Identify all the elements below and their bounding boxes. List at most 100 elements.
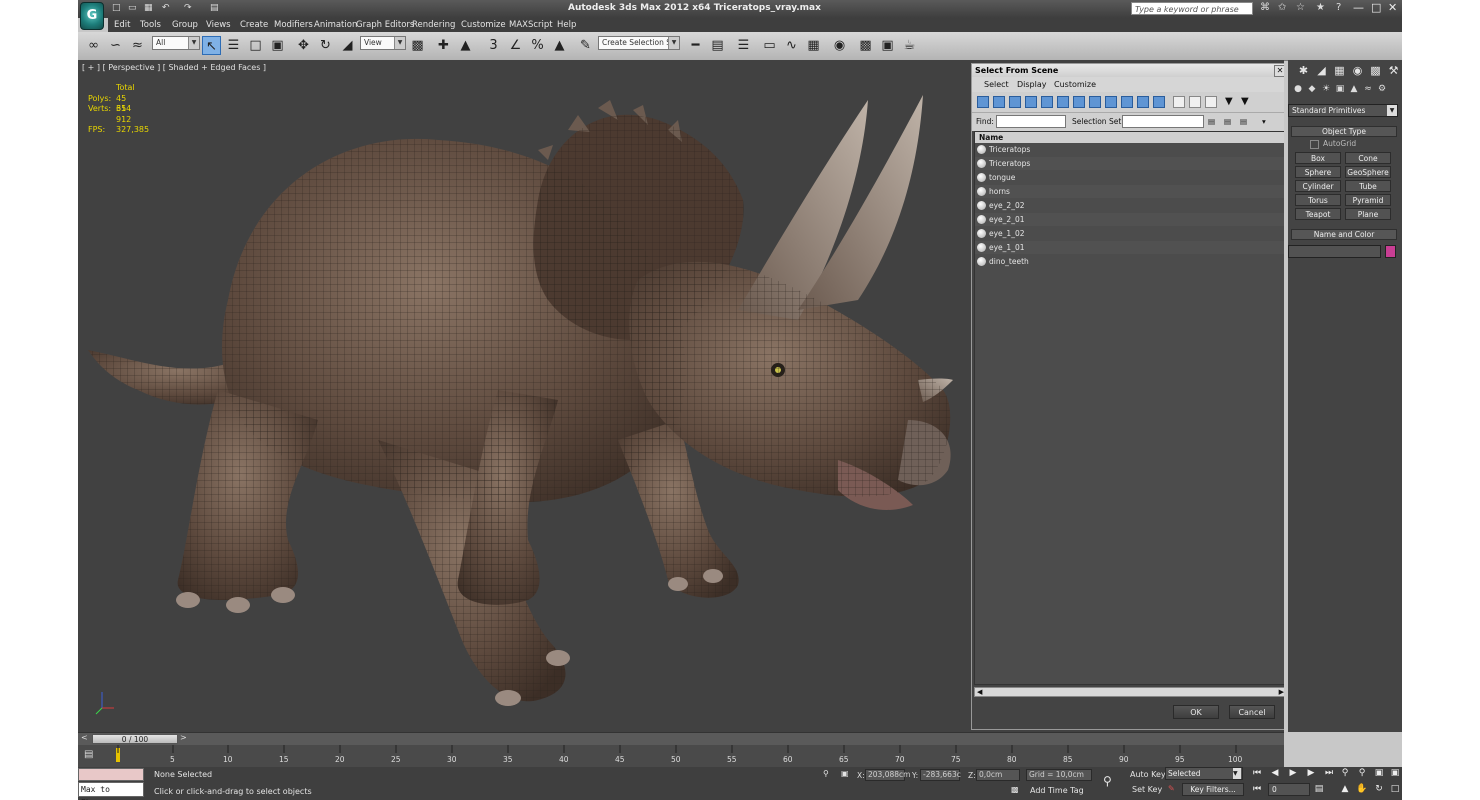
list-item[interactable]: eye_2_01 [975, 213, 1284, 226]
auto-key-button[interactable]: Auto Key [1130, 770, 1166, 779]
absolute-mode-icon[interactable]: ▣ [841, 769, 849, 778]
bind-space-warp-icon[interactable]: ≈ [128, 36, 147, 55]
menu-help[interactable]: Help [557, 20, 576, 30]
next-frame-icon[interactable]: ▶ [1304, 767, 1318, 780]
search-input[interactable]: Type a keyword or phrase [1131, 2, 1253, 15]
edit-named-selection-icon[interactable]: ✎ [576, 36, 595, 55]
cancel-button[interactable]: Cancel [1229, 705, 1275, 719]
helpers-category-icon[interactable]: ▲ [1348, 83, 1360, 95]
plane-button[interactable]: Plane [1345, 208, 1391, 220]
dialog-menu-select[interactable]: Select [984, 80, 1009, 89]
reference-coordinate-dropdown[interactable]: View ▼ [360, 36, 406, 50]
rectangular-selection-icon[interactable]: □ [246, 36, 265, 55]
key-icon[interactable]: ⚲ [1103, 774, 1112, 788]
select-manipulate-icon[interactable]: ✚ [434, 36, 453, 55]
select-by-name-icon[interactable]: ☰ [224, 36, 243, 55]
display-bones-icon[interactable] [1105, 96, 1117, 108]
display-groups-icon[interactable] [1073, 96, 1085, 108]
curve-editor-icon[interactable]: ∿ [782, 36, 801, 55]
scene-object-list[interactable]: Name Triceratops Triceratops tongue horn… [974, 131, 1284, 685]
systems-category-icon[interactable]: ⚙ [1376, 83, 1388, 95]
motion-tab-icon[interactable]: ◉ [1350, 63, 1365, 78]
previous-frame-icon[interactable]: ◀ [1268, 767, 1282, 780]
unlink-icon[interactable]: ∽ [106, 36, 125, 55]
menu-create[interactable]: Create [240, 20, 268, 30]
communication-icon[interactable]: ☆ [1296, 2, 1305, 13]
list-item[interactable]: eye_1_01 [975, 241, 1284, 254]
cone-button[interactable]: Cone [1345, 152, 1391, 164]
display-hidden-icon[interactable] [1153, 96, 1165, 108]
hierarchy-tab-icon[interactable]: ▦ [1332, 63, 1347, 78]
lights-category-icon[interactable]: ☀ [1320, 83, 1332, 95]
save-icon[interactable]: ▦ [144, 3, 153, 13]
display-shapes-icon[interactable] [993, 96, 1005, 108]
display-space-warps-icon[interactable] [1057, 96, 1069, 108]
zoom-all-icon[interactable]: ⚲ [1355, 767, 1369, 780]
maxscript-listener-input[interactable]: Max to Physc. [78, 782, 144, 800]
orbit-icon[interactable]: ↻ [1372, 783, 1386, 796]
graphite-tools-icon[interactable]: ▭ [760, 36, 779, 55]
display-helpers-icon[interactable] [1041, 96, 1053, 108]
selection-filter-dropdown[interactable]: All ▼ [152, 36, 200, 50]
favorites-icon[interactable]: ★ [1316, 2, 1325, 13]
geosphere-button[interactable]: GeoSphere [1345, 166, 1391, 178]
list-item[interactable]: eye_2_02 [975, 199, 1284, 212]
dialog-menu-customize[interactable]: Customize [1054, 80, 1096, 89]
z-coordinate-field[interactable]: 0,0cm [976, 769, 1020, 781]
list-item[interactable]: horns [975, 185, 1284, 198]
display-cameras-icon[interactable] [1025, 96, 1037, 108]
maximize-button[interactable]: □ [1371, 1, 1381, 14]
key-mode-dropdown[interactable]: Selected ▼ [1165, 767, 1243, 780]
keyboard-shortcut-icon[interactable]: ▲ [456, 36, 475, 55]
selection-set-dropdown[interactable] [1122, 115, 1204, 128]
percent-snap-icon[interactable]: % [528, 36, 547, 55]
select-influences-icon[interactable]: ▤ [1240, 117, 1247, 126]
render-setup-icon[interactable]: ▩ [856, 36, 875, 55]
go-to-start-icon[interactable]: ⏮ [1250, 767, 1264, 780]
binoculars-icon[interactable]: ⌘ [1260, 2, 1270, 13]
lock-icon[interactable]: ⚲ [823, 769, 829, 778]
redo-icon[interactable]: ↷ [184, 3, 192, 13]
viewport-label[interactable]: [ + ] [ Perspective ] [ Shaded + Edged F… [82, 63, 266, 72]
cameras-category-icon[interactable]: ▣ [1334, 83, 1346, 95]
new-file-icon[interactable]: □ [112, 3, 121, 13]
zoom-extents-icon[interactable]: ▣ [1372, 767, 1386, 780]
tube-button[interactable]: Tube [1345, 180, 1391, 192]
snaps-toggle-icon[interactable]: 3 [484, 36, 503, 55]
mini-listener-field[interactable] [78, 768, 144, 781]
slider-prev-icon[interactable]: < [81, 733, 88, 742]
add-time-tag-button[interactable]: Add Time Tag [1030, 786, 1084, 795]
dialog-close-button[interactable]: ✕ [1274, 65, 1284, 77]
display-invert-icon[interactable] [1205, 96, 1217, 108]
link-icon[interactable]: ∞ [84, 36, 103, 55]
open-file-icon[interactable]: ▭ [128, 3, 137, 13]
set-key-pen-icon[interactable]: ✎ [1168, 784, 1175, 793]
angle-snap-icon[interactable]: ∠ [506, 36, 525, 55]
name-and-color-rollout[interactable]: Name and Color [1291, 229, 1397, 240]
primitive-category-dropdown[interactable]: Standard Primitives ▼ [1288, 104, 1398, 117]
app-logo-icon[interactable]: G [80, 2, 104, 30]
time-slider[interactable]: 0 / 100 [92, 734, 178, 744]
menu-rendering[interactable]: Rendering [412, 20, 455, 30]
display-geometry-icon[interactable] [977, 96, 989, 108]
current-frame-field[interactable]: 0 [1268, 783, 1310, 796]
filter-settings-icon[interactable]: ▼ [1241, 96, 1253, 108]
help-icon[interactable]: ? [1336, 2, 1341, 13]
options-arrow-icon[interactable]: ▾ [1262, 117, 1266, 126]
object-type-rollout[interactable]: Object Type [1291, 126, 1397, 137]
move-icon[interactable]: ✥ [294, 36, 313, 55]
scroll-right-icon[interactable]: ▶ [1279, 688, 1284, 697]
display-lights-icon[interactable] [1009, 96, 1021, 108]
go-to-end-icon[interactable]: ⏭ [1322, 767, 1336, 780]
rotate-icon[interactable]: ↻ [316, 36, 335, 55]
ok-button[interactable]: OK [1173, 705, 1219, 719]
time-tag-icon[interactable]: ▩ [1011, 785, 1019, 794]
render-production-icon[interactable]: ☕ [900, 36, 919, 55]
object-name-field[interactable] [1288, 245, 1381, 258]
window-crossing-icon[interactable]: ▣ [268, 36, 287, 55]
teapot-button[interactable]: Teapot [1295, 208, 1341, 220]
scale-icon[interactable]: ◢ [338, 36, 357, 55]
object-color-swatch[interactable] [1385, 245, 1396, 258]
layer-manager-icon[interactable]: ☰ [734, 36, 753, 55]
menu-edit[interactable]: Edit [114, 20, 130, 30]
